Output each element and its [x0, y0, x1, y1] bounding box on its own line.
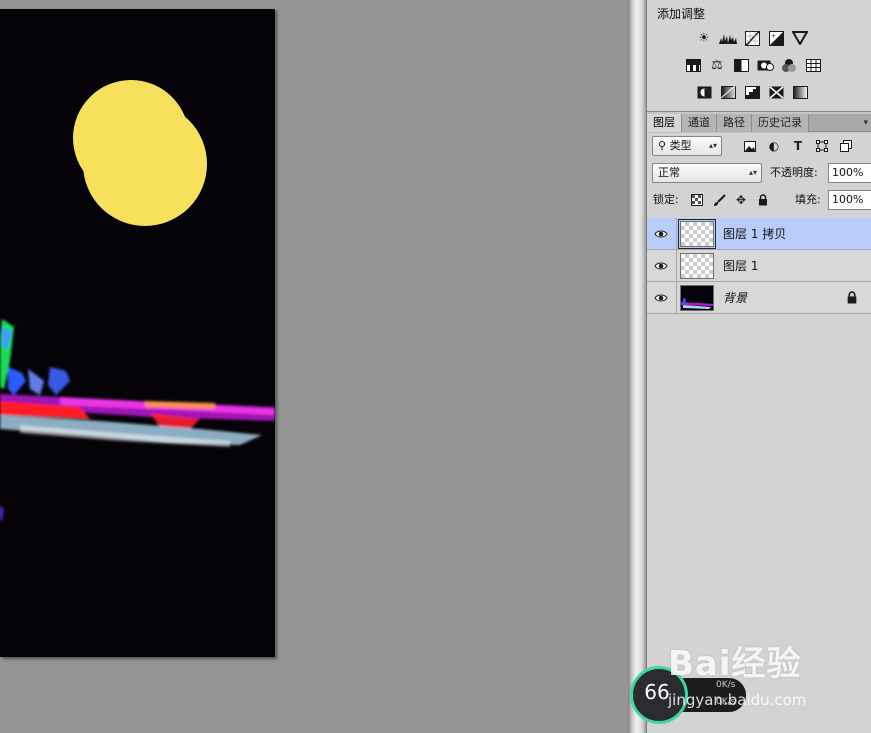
tab-channels[interactable]: 通道 [682, 114, 717, 132]
network-speed-widget[interactable]: 66 0K/s 0K/s [630, 666, 748, 724]
photo-filter-icon[interactable] [756, 56, 774, 74]
layer-name: 图层 1 [723, 259, 759, 273]
layer-thumbnail [680, 285, 714, 311]
brightness-contrast-icon[interactable]: ☀ [695, 29, 713, 47]
adjustments-panel: 添加调整 ☀ + ⚖ [647, 0, 871, 112]
lock-all-icon[interactable] [756, 193, 770, 207]
layer-filter-row: ⚲ 类型 ▴▾ ◐ T [647, 134, 871, 160]
speed-percent: 66 [644, 680, 670, 704]
filter-adjustment-icon[interactable]: ◐ [767, 139, 781, 153]
fill-label: 填充: [795, 193, 821, 206]
color-lookup-icon[interactable] [804, 56, 822, 74]
eye-icon [654, 262, 668, 270]
threshold-icon[interactable] [743, 83, 761, 101]
updown-arrow-icon: ▴▾ [708, 141, 717, 150]
layer-thumbnail [678, 219, 716, 249]
layer-name: 背景 [723, 291, 748, 305]
levels-icon[interactable] [719, 29, 737, 47]
svg-text:+: + [771, 33, 776, 40]
lock-icon [847, 291, 857, 304]
selective-color-icon[interactable] [767, 83, 785, 101]
layer-row-layer1[interactable]: 图层 1 [647, 250, 871, 282]
gradient-map-icon[interactable] [791, 83, 809, 101]
layer-row-background[interactable]: 背景 [647, 282, 871, 314]
filter-pixel-icon[interactable] [743, 139, 757, 153]
document-canvas[interactable] [0, 9, 275, 657]
hue-saturation-icon[interactable] [684, 56, 702, 74]
lock-position-move-icon[interactable]: ✥ [734, 193, 748, 207]
adjustments-title: 添加调整 [657, 7, 706, 21]
layer-kind-label: 类型 [669, 139, 692, 152]
updown-arrow-icon: ▴▾ [748, 168, 757, 177]
color-balance-icon[interactable]: ⚖ [708, 56, 726, 74]
panel-menu-icon[interactable]: ▾ [863, 114, 868, 132]
blend-row: 正常 ▴▾ 不透明度: 100% [647, 162, 871, 188]
visibility-toggle[interactable] [647, 282, 677, 314]
adjustments-row-3 [695, 83, 809, 101]
lock-transparent-icon[interactable] [690, 193, 704, 207]
canvas-image [0, 80, 275, 521]
panel-splitter[interactable] [628, 0, 646, 733]
canvas-workspace[interactable] [0, 0, 628, 733]
layers-panel: ⚲ 类型 ▴▾ ◐ T 正常 ▴▾ 不透明度: 100% 锁定: ✥ 填充: 1… [647, 133, 871, 733]
eye-icon [654, 294, 668, 302]
lock-row: 锁定: ✥ 填充: 100% [647, 189, 871, 215]
light-streaks [0, 319, 275, 521]
tab-history[interactable]: 历史记录 [752, 114, 809, 132]
adjustments-row-1: ☀ + [695, 29, 809, 47]
search-icon: ⚲ [658, 139, 667, 152]
download-speed: 0K/s [716, 697, 736, 707]
fill-input[interactable]: 100% [828, 190, 871, 210]
posterize-icon[interactable] [719, 83, 737, 101]
blend-mode-select[interactable]: 正常 ▴▾ [652, 163, 762, 183]
visibility-toggle[interactable] [647, 250, 677, 282]
filter-shape-icon[interactable] [815, 139, 829, 153]
moon-shape [73, 80, 189, 196]
layer-name: 图层 1 拷贝 [723, 227, 787, 241]
layer-thumbnail [680, 253, 714, 279]
lock-label: 锁定: [653, 193, 679, 206]
black-white-icon[interactable] [732, 56, 750, 74]
adjustments-row-2: ⚖ [684, 56, 822, 74]
tab-layers[interactable]: 图层 [647, 114, 682, 132]
tab-paths[interactable]: 路径 [717, 114, 752, 132]
invert-icon[interactable] [695, 83, 713, 101]
lock-pixels-brush-icon[interactable] [712, 193, 726, 207]
visibility-toggle[interactable] [647, 218, 677, 250]
layer-list: 图层 1 拷贝 图层 1 背景 [647, 218, 871, 314]
curves-icon[interactable] [743, 29, 761, 47]
eye-icon [654, 230, 668, 238]
filter-smart-object-icon[interactable] [839, 139, 853, 153]
filter-type-icon[interactable]: T [791, 139, 805, 153]
channel-mixer-icon[interactable] [780, 56, 798, 74]
blend-mode-value: 正常 [658, 166, 680, 179]
vibrance-icon[interactable] [791, 29, 809, 47]
layer-kind-filter[interactable]: ⚲ 类型 ▴▾ [652, 136, 722, 156]
opacity-label: 不透明度: [770, 166, 818, 179]
exposure-icon[interactable]: + [767, 29, 785, 47]
opacity-input[interactable]: 100% [828, 163, 871, 183]
layer-row-layer1-copy[interactable]: 图层 1 拷贝 [647, 218, 871, 250]
layers-panel-tabs: 图层 通道 路径 历史记录 ▾ [647, 114, 871, 132]
upload-speed: 0K/s [716, 680, 736, 690]
right-panel: 添加调整 ☀ + ⚖ 图层 通道 路径 历史记录 ▾ ⚲ 类型 ▴▾ ◐ T 正… [646, 0, 871, 733]
